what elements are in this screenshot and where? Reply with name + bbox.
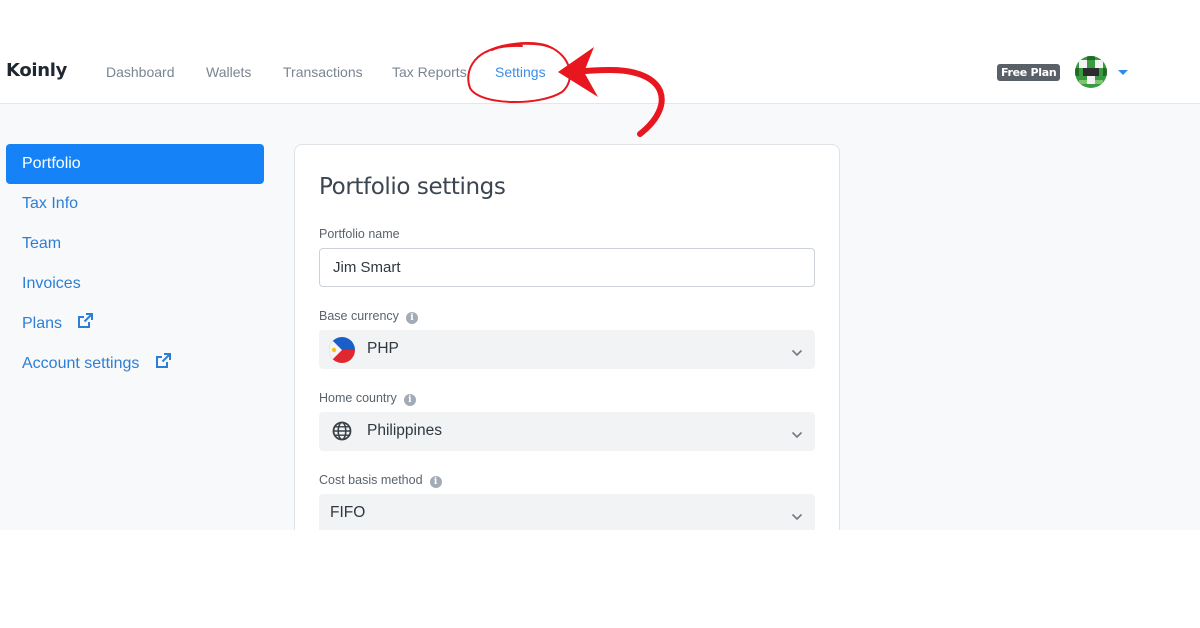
sidebar-item-label: Team (22, 235, 62, 252)
external-link-icon (76, 306, 94, 328)
brand-logo[interactable]: Koinly (6, 60, 67, 81)
home-country-label: Home country i (319, 391, 416, 406)
chevron-down-icon (791, 344, 803, 357)
cost-basis-select[interactable]: FIFO (319, 494, 815, 530)
nav-settings[interactable]: Settings (495, 64, 546, 80)
globe-icon (331, 421, 353, 443)
blank-area (0, 530, 1200, 628)
sidebar-item-team[interactable]: Team (6, 224, 264, 264)
portfolio-name-input[interactable] (319, 248, 815, 287)
pixel-avatar-icon[interactable] (1075, 56, 1107, 88)
sidebar-item-label: Tax Info (22, 195, 79, 212)
sidebar-item-plans[interactable]: Plans (6, 304, 264, 344)
home-country-value: Philippines (367, 422, 442, 439)
cost-basis-value: FIFO (330, 504, 366, 521)
sidebar-item-label: Portfolio (22, 155, 81, 172)
sidebar-item-portfolio[interactable]: Portfolio (6, 144, 264, 184)
nav-transactions[interactable]: Transactions (283, 64, 363, 80)
sidebar-item-label: Account settings (22, 355, 140, 372)
sidebar-item-tax-info[interactable]: Tax Info (6, 184, 264, 224)
page-title: Portfolio settings (319, 174, 506, 200)
portfolio-name-label: Portfolio name (319, 227, 400, 241)
chevron-down-icon (791, 426, 803, 439)
cost-basis-label: Cost basis method i (319, 473, 442, 488)
philippines-flag-icon (329, 337, 355, 363)
base-currency-label: Base currency i (319, 309, 418, 324)
app-screen: Koinly Dashboard Wallets Transactions Ta… (0, 0, 1200, 530)
home-country-select[interactable]: Philippines (319, 412, 815, 451)
nav-tax-reports[interactable]: Tax Reports (392, 64, 467, 80)
nav-dashboard[interactable]: Dashboard (106, 64, 175, 80)
sidebar-item-account-settings[interactable]: Account settings (6, 344, 264, 384)
chevron-down-icon (791, 508, 803, 521)
external-link-icon (154, 346, 172, 368)
base-currency-value: PHP (367, 340, 399, 357)
portfolio-settings-card: Portfolio settings Portfolio name Base c… (294, 144, 840, 530)
info-icon[interactable]: i (405, 312, 418, 324)
caret-down-icon[interactable] (1117, 64, 1129, 75)
base-currency-select[interactable]: PHP (319, 330, 815, 369)
plan-badge[interactable]: Free Plan (997, 64, 1061, 81)
info-icon[interactable]: i (403, 394, 416, 406)
sidebar-item-label: Plans (22, 315, 63, 332)
settings-sidebar: Portfolio Tax Info Team Invoices Plans A… (6, 144, 264, 384)
top-navbar: Koinly Dashboard Wallets Transactions Ta… (0, 0, 1200, 104)
sidebar-item-invoices[interactable]: Invoices (6, 264, 264, 304)
sidebar-item-label: Invoices (22, 275, 81, 292)
nav-wallets[interactable]: Wallets (206, 64, 251, 80)
info-icon[interactable]: i (429, 476, 442, 488)
